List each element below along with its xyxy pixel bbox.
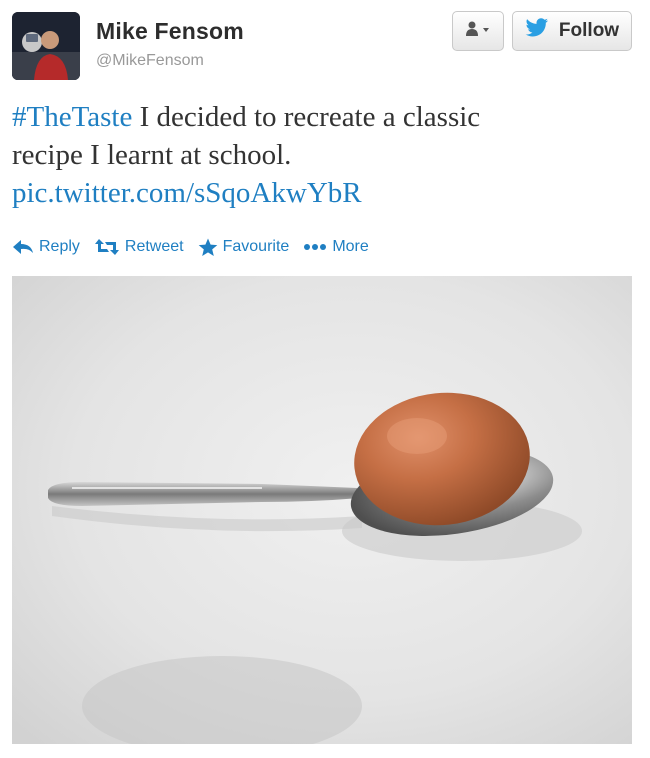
reply-arrow-icon (12, 239, 34, 255)
reply-label: Reply (39, 238, 80, 255)
star-icon (198, 238, 218, 257)
tweet-photo[interactable] (12, 276, 632, 744)
follow-label: Follow (558, 20, 620, 41)
ellipsis-icon (303, 243, 327, 251)
tweet-text-line1: I decided to recreate a classic (132, 101, 481, 133)
tweet-card: Mike Fensom @MikeFensom Follow #TheTaste… (0, 0, 650, 758)
user-name[interactable]: Mike Fensom (96, 18, 244, 45)
tweet-actions: Reply Retweet Favourite More (12, 234, 369, 260)
more-label: More (332, 238, 369, 255)
tweet-text-line2: recipe I learnt at school. (12, 139, 292, 171)
retweet-icon (94, 238, 120, 256)
retweet-label: Retweet (124, 238, 184, 255)
favourite-action[interactable]: Favourite (198, 238, 290, 257)
user-handle[interactable]: @MikeFensom (96, 52, 204, 70)
hashtag-link[interactable]: #TheTaste (12, 101, 132, 133)
reply-action[interactable]: Reply (12, 238, 80, 256)
retweet-action[interactable]: Retweet (94, 238, 184, 256)
tweet-text: #TheTaste I decided to recreate a classi… (12, 98, 632, 212)
person-icon (465, 21, 491, 42)
user-avatar[interactable] (12, 12, 80, 80)
favourite-label: Favourite (222, 238, 290, 255)
more-action[interactable]: More (303, 238, 369, 256)
twitter-bird-icon (525, 18, 549, 44)
user-actions-button[interactable] (452, 11, 504, 51)
pic-link[interactable]: pic.twitter.com/sSqoAkwYbR (12, 177, 362, 209)
follow-button[interactable]: Follow (512, 11, 632, 51)
